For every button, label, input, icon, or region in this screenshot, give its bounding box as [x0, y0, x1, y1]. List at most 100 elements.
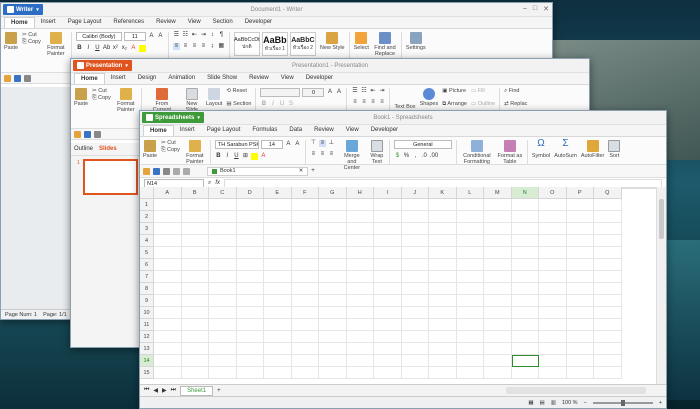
sheet-cell[interactable]	[236, 199, 264, 211]
tab-developer[interactable]: Developer	[365, 125, 404, 136]
sheet-cell[interactable]	[374, 271, 402, 283]
sheet-cell[interactable]	[566, 319, 594, 331]
sheet-cell[interactable]	[209, 271, 237, 283]
tab-view[interactable]: View	[182, 17, 207, 28]
sheet-cell[interactable]	[401, 319, 429, 331]
sheet-cell[interactable]	[319, 271, 347, 283]
last-sheet-icon[interactable]: ⏭	[171, 387, 176, 394]
row-header[interactable]: 5	[140, 247, 154, 259]
sheet-cell[interactable]	[346, 271, 374, 283]
copy-button[interactable]: ⎘ Copy	[161, 147, 180, 153]
sheet-cell[interactable]	[429, 259, 457, 271]
tab-section[interactable]: Section	[207, 17, 239, 28]
tab-animation[interactable]: Animation	[162, 73, 201, 84]
sheet-cell[interactable]	[511, 271, 539, 283]
sheet-cell[interactable]	[456, 271, 484, 283]
sheet-cell[interactable]	[374, 343, 402, 355]
sheet-cell[interactable]	[456, 355, 484, 367]
sheet-cell[interactable]	[401, 343, 429, 355]
sheet-cell[interactable]	[484, 331, 512, 343]
font-color-icon[interactable]: A	[130, 45, 137, 52]
underline-icon[interactable]: U	[94, 45, 101, 52]
decrease-indent-icon[interactable]: ⇤	[369, 88, 376, 95]
first-sheet-icon[interactable]: ⏮	[144, 387, 149, 394]
sheet-cell[interactable]	[291, 307, 319, 319]
tab-slides[interactable]: Slides	[99, 146, 117, 152]
shrink-font-icon[interactable]: A	[157, 33, 164, 40]
cut-button[interactable]: ✂ Cut	[161, 140, 176, 146]
sheet-cell[interactable]	[456, 307, 484, 319]
cut-button[interactable]: ✂ Cut	[92, 88, 107, 94]
arrange-button[interactable]: ⧉ Arrange	[442, 101, 467, 107]
sheet-cell[interactable]	[291, 283, 319, 295]
sheet-cell[interactable]	[154, 367, 182, 379]
sheet-cell[interactable]	[209, 199, 237, 211]
sheet-cell[interactable]	[401, 199, 429, 211]
sheet-cell[interactable]	[264, 211, 292, 223]
sheet-cell[interactable]	[456, 343, 484, 355]
sheet-cell[interactable]	[154, 211, 182, 223]
sheet-cell[interactable]	[236, 271, 264, 283]
tab-slide-show[interactable]: Slide Show	[201, 73, 243, 84]
sheet-cell[interactable]	[401, 235, 429, 247]
sheet-cell[interactable]	[181, 271, 209, 283]
sheet-cell[interactable]	[319, 355, 347, 367]
sheet-cell[interactable]	[236, 235, 264, 247]
sheet-cell[interactable]	[401, 211, 429, 223]
sheet-cell[interactable]	[154, 331, 182, 343]
shrink-font-icon[interactable]: A	[294, 141, 301, 148]
sheet-cell[interactable]	[429, 199, 457, 211]
tab-review[interactable]: Review	[308, 125, 340, 136]
tab-references[interactable]: References	[107, 17, 150, 28]
sheet-cell[interactable]	[374, 295, 402, 307]
sheet-cell[interactable]	[566, 295, 594, 307]
underline-icon[interactable]: U	[233, 153, 240, 160]
sheet-cell[interactable]	[566, 343, 594, 355]
sheet-cell[interactable]	[291, 259, 319, 271]
writer-app-button[interactable]: Writer ▾	[3, 4, 43, 15]
bullets-icon[interactable]: ☰	[351, 88, 358, 95]
bold-icon[interactable]: B	[260, 101, 267, 108]
sheet-cell[interactable]	[264, 247, 292, 259]
sheet-cell[interactable]	[539, 319, 567, 331]
select-all-corner[interactable]	[140, 187, 154, 199]
bullets-icon[interactable]: ☰	[173, 32, 180, 39]
sheet-cell[interactable]	[291, 355, 319, 367]
sheet-cell[interactable]	[181, 367, 209, 379]
sheet-cell[interactable]	[484, 295, 512, 307]
sheet-cell[interactable]	[154, 283, 182, 295]
sheet-cell[interactable]	[401, 355, 429, 367]
zoom-out-icon[interactable]: −	[584, 400, 587, 406]
sheet-cell[interactable]	[291, 211, 319, 223]
sheet-cell[interactable]	[511, 307, 539, 319]
new-tab-icon[interactable]: +	[311, 168, 315, 174]
presentation-app-button[interactable]: Presentation ▾	[73, 60, 132, 71]
bold-icon[interactable]: B	[215, 153, 222, 160]
sheet-cell[interactable]	[401, 295, 429, 307]
wrap-text-button[interactable]: Wrap Text	[369, 140, 385, 165]
sheet-cell[interactable]	[539, 355, 567, 367]
sheet-cell[interactable]	[236, 211, 264, 223]
font-size-select[interactable]: 11	[123, 32, 146, 41]
sheet-cell[interactable]	[319, 223, 347, 235]
sort-button[interactable]: Sort	[608, 140, 621, 159]
row-header[interactable]: 8	[140, 283, 154, 295]
sheet-cell[interactable]	[181, 211, 209, 223]
sheet-cell[interactable]	[374, 199, 402, 211]
shapes-button[interactable]: Shapes	[420, 88, 438, 107]
increase-indent-icon[interactable]: ⇥	[200, 32, 207, 39]
cut-button[interactable]: ✂ Cut	[22, 32, 37, 38]
sheet-cell[interactable]	[374, 367, 402, 379]
sheet-cell[interactable]	[539, 271, 567, 283]
sheet-cell[interactable]	[154, 235, 182, 247]
print-icon[interactable]	[24, 74, 31, 82]
sheet-cell[interactable]	[291, 319, 319, 331]
row-header[interactable]: 15	[140, 367, 154, 379]
paste-button[interactable]: Paste	[74, 88, 88, 107]
sheet-cell[interactable]	[319, 295, 347, 307]
sheet-cell[interactable]	[236, 283, 264, 295]
borders-icon[interactable]: ⊞	[242, 153, 249, 160]
sheet-cell[interactable]	[236, 295, 264, 307]
tab-view[interactable]: View	[340, 125, 365, 136]
row-header[interactable]: 9	[140, 295, 154, 307]
